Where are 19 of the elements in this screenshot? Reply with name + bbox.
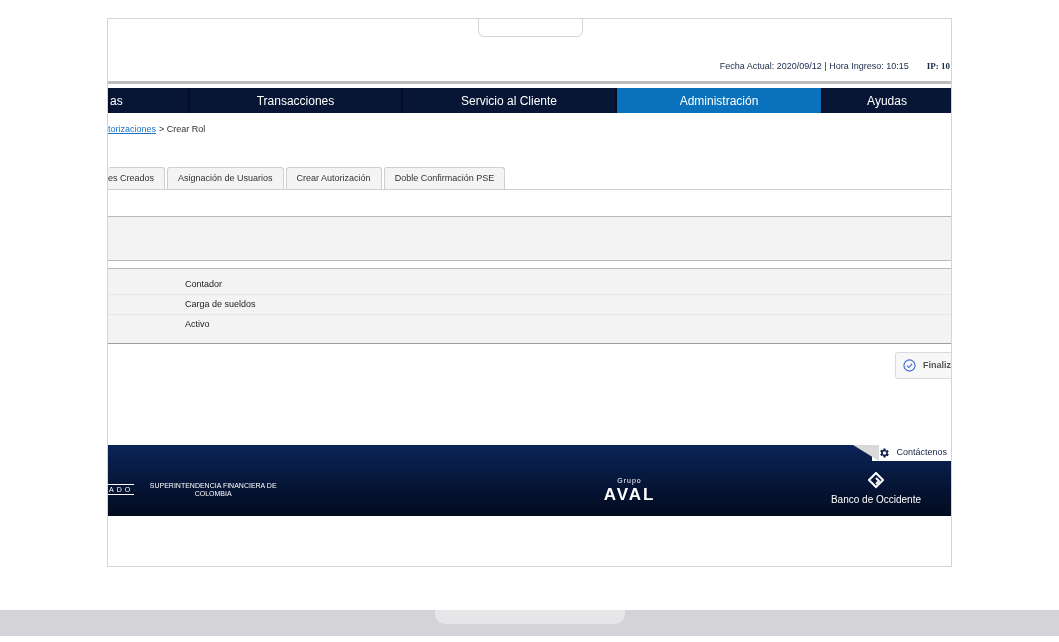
breadcrumb-link[interactable]: torizaciones — [108, 123, 157, 137]
finish-button[interactable]: Finaliz — [895, 352, 951, 379]
tab[interactable]: Crear Autorización — [285, 167, 382, 189]
contact-tab-corner — [853, 445, 879, 461]
group-logo: AVAL — [603, 486, 656, 504]
detail-value: Contador — [185, 277, 223, 291]
tab[interactable]: Doble Confirmación PSE — [383, 167, 506, 189]
contact-tab[interactable]: Contáctenos — [872, 445, 951, 461]
check-circle-icon — [903, 359, 916, 372]
breadcrumb-current: > Crear Rol — [159, 123, 206, 137]
detail-value: Carga de sueldos — [185, 297, 256, 311]
tab[interactable]: Asignación de Usuarios — [167, 167, 284, 189]
detail-value: Activo — [185, 318, 210, 332]
ip-address: IP: 10 — [926, 59, 950, 73]
tab[interactable]: es Creados — [108, 167, 166, 189]
nav-item[interactable]: Administración — [615, 88, 821, 113]
gear-icon — [878, 447, 891, 459]
session-info: Fecha Actual: 2020/09/12 | Hora Ingreso: 10:15 — [719, 59, 909, 73]
bank-name: Banco de Occidente — [830, 493, 921, 507]
